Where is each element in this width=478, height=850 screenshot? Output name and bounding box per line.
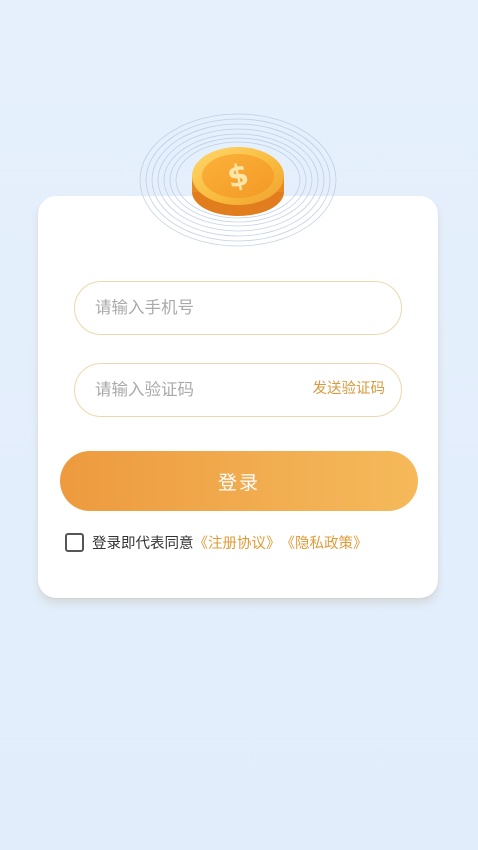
code-field[interactable]: 发送验证码 [74, 363, 402, 417]
phone-field[interactable] [74, 281, 402, 335]
agreement-text: 登录即代表同意 [92, 535, 194, 552]
agreement-row: 登录即代表同意 《注册协议》 《隐私政策》 [65, 530, 368, 554]
phone-input[interactable] [95, 282, 305, 333]
agreement-checkbox[interactable] [65, 532, 84, 552]
login-button[interactable]: 登录 [60, 451, 418, 511]
code-input[interactable] [95, 364, 305, 415]
send-code-button[interactable]: 发送验证码 [313, 364, 386, 415]
login-card: 发送验证码 登录 登录即代表同意 《注册协议》 《隐私政策》 [38, 196, 438, 598]
login-screen: 发送验证码 登录 登录即代表同意 《注册协议》 《隐私政策》 [0, 0, 478, 850]
privacy-link[interactable]: 《隐私政策》 [281, 532, 368, 553]
terms-link[interactable]: 《注册协议》 [194, 532, 281, 553]
dollar-coin-icon: $ [138, 112, 338, 252]
